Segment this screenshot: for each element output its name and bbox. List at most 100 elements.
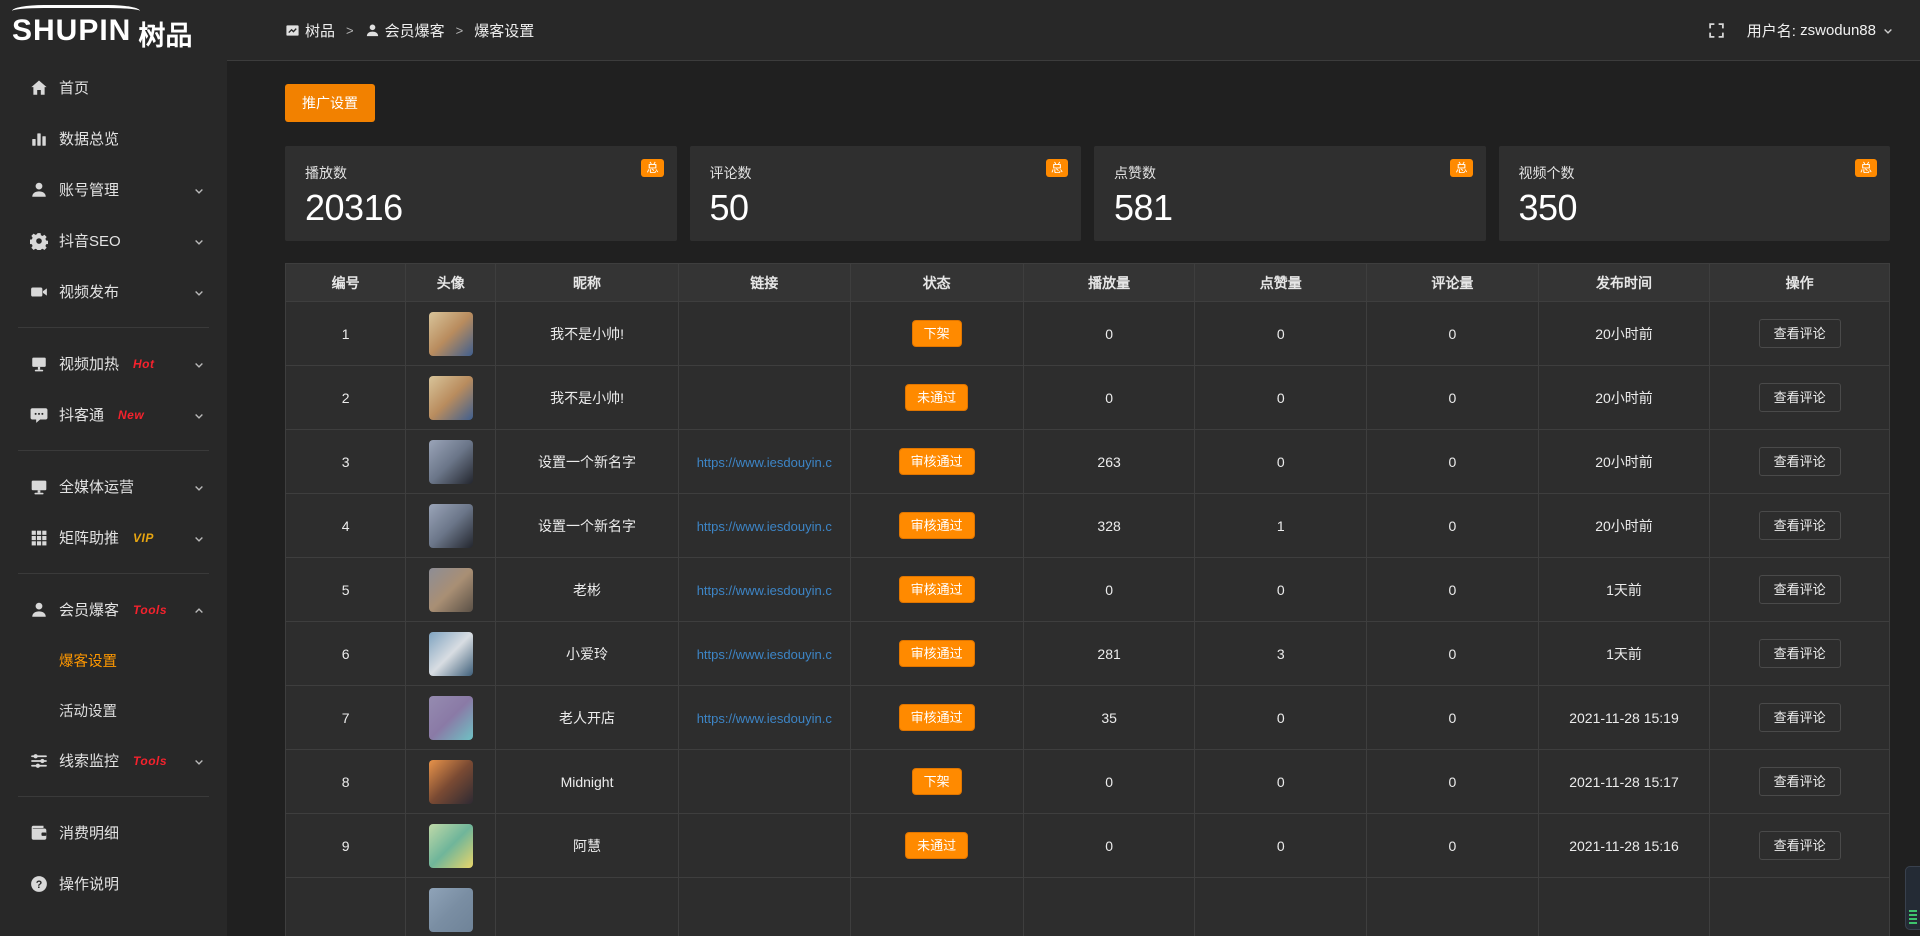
cell-nickname: 设置一个新名字	[496, 430, 679, 494]
cell-action: 查看评论	[1710, 750, 1890, 814]
cell-avatar	[406, 494, 496, 558]
sidebar-item[interactable]: 矩阵助推 VIP	[0, 512, 227, 563]
cell-nickname: 老彬	[496, 558, 679, 622]
view-comments-button[interactable]: 查看评论	[1759, 447, 1841, 477]
cell-action	[1710, 878, 1890, 936]
sidebar-item[interactable]: 视频发布	[0, 266, 227, 317]
view-comments-button[interactable]: 查看评论	[1759, 383, 1841, 413]
breadcrumb-item-current: 爆客设置	[474, 20, 534, 41]
top-header: 树品 > 会员爆客 > 爆客设置 用户名: zswodun88	[227, 0, 1920, 61]
video-link[interactable]: https://www.iesdouyin.c	[697, 647, 832, 662]
sidebar-item[interactable]: 线索监控 Tools	[0, 735, 227, 786]
sidebar-item[interactable]: 首页	[0, 62, 227, 113]
view-comments-button[interactable]: 查看评论	[1759, 639, 1841, 669]
avatar	[429, 568, 473, 612]
video-link[interactable]: https://www.iesdouyin.c	[697, 519, 832, 534]
sidebar-item[interactable]: 视频加热 Hot	[0, 338, 227, 389]
column-header: 编号	[286, 264, 406, 302]
view-comments-button[interactable]: 查看评论	[1759, 575, 1841, 605]
stat-label: 播放数	[305, 163, 657, 183]
sidebar-subitem[interactable]: 活动设置	[0, 685, 227, 735]
cell-status: 审核通过	[850, 430, 1023, 494]
column-header: 发布时间	[1538, 264, 1710, 302]
cell-publish-time: 20小时前	[1538, 494, 1710, 558]
sidebar-item-label: 会员爆客	[59, 599, 119, 620]
svg-text:?: ?	[36, 879, 43, 891]
cell-nickname: 小爱玲	[496, 622, 679, 686]
sidebar-item-label: 消费明细	[59, 822, 119, 843]
video-link[interactable]: https://www.iesdouyin.c	[697, 583, 832, 598]
sidebar-item-tag: Tools	[133, 603, 167, 617]
promotion-settings-button[interactable]: 推广设置	[285, 84, 375, 122]
cell-nickname: 我不是小帅!	[496, 366, 679, 430]
video-link[interactable]: https://www.iesdouyin.c	[697, 455, 832, 470]
stat-label: 视频个数	[1519, 163, 1871, 183]
cell-likes: 3	[1195, 622, 1367, 686]
sidebar-item[interactable]: 抖客通 New	[0, 389, 227, 440]
cell-id: 7	[286, 686, 406, 750]
cell-comments: 0	[1367, 622, 1539, 686]
cell-plays	[1023, 878, 1195, 936]
sidebar-item[interactable]: 会员爆客 Tools	[0, 584, 227, 635]
chevron-icon	[193, 604, 205, 616]
cell-status: 下架	[850, 750, 1023, 814]
sidebar-item[interactable]: 全媒体运营	[0, 461, 227, 512]
cell-nickname: 老人开店	[496, 686, 679, 750]
sidebar-item[interactable]: 数据总览	[0, 113, 227, 164]
view-comments-button[interactable]: 查看评论	[1759, 767, 1841, 797]
cell-status: 审核通过	[850, 494, 1023, 558]
breadcrumb-item-section[interactable]: 会员爆客	[365, 20, 445, 41]
username-value: zswodun88	[1800, 22, 1876, 39]
view-comments-button[interactable]: 查看评论	[1759, 511, 1841, 541]
breadcrumb-item-home[interactable]: 树品	[285, 20, 335, 41]
user-menu[interactable]: 用户名: zswodun88	[1747, 20, 1894, 41]
status-badge: 审核通过	[899, 640, 975, 667]
cell-nickname	[496, 878, 679, 936]
column-header: 状态	[850, 264, 1023, 302]
username-label: 用户名:	[1747, 20, 1796, 41]
view-comments-button[interactable]: 查看评论	[1759, 319, 1841, 349]
sidebar-subitem[interactable]: 爆客设置	[0, 635, 227, 685]
cell-link: https://www.iesdouyin.c	[678, 622, 850, 686]
view-comments-button[interactable]: 查看评论	[1759, 703, 1841, 733]
app-icon	[285, 23, 300, 38]
person-icon	[365, 23, 380, 38]
sidebar-item[interactable]: 消费明细	[0, 807, 227, 858]
cell-status: 审核通过	[850, 558, 1023, 622]
cell-publish-time	[1538, 878, 1710, 936]
cell-publish-time: 1天前	[1538, 622, 1710, 686]
sidebar: SHUPIN 树品 首页 数据总览 账号管理 抖音SEO 视频发布 视频加热 H…	[0, 0, 227, 936]
sidebar-item[interactable]: ? 操作说明	[0, 858, 227, 909]
cell-plays: 35	[1023, 686, 1195, 750]
chevron-icon	[193, 184, 205, 196]
cell-publish-time: 1天前	[1538, 558, 1710, 622]
cell-likes: 0	[1195, 302, 1367, 366]
floating-widget[interactable]	[1905, 866, 1920, 930]
status-badge: 未通过	[905, 384, 968, 411]
sidebar-item[interactable]: 抖音SEO	[0, 215, 227, 266]
total-badge: 总	[1855, 159, 1877, 177]
cell-id: 5	[286, 558, 406, 622]
cell-link	[678, 878, 850, 936]
sidebar-item[interactable]: 账号管理	[0, 164, 227, 215]
user-icon	[30, 181, 48, 199]
stat-value: 581	[1114, 187, 1466, 229]
cell-comments: 0	[1367, 814, 1539, 878]
cell-link: https://www.iesdouyin.c	[678, 686, 850, 750]
avatar	[429, 696, 473, 740]
cell-action: 查看评论	[1710, 494, 1890, 558]
total-badge: 总	[641, 159, 663, 177]
view-comments-button[interactable]: 查看评论	[1759, 831, 1841, 861]
fullscreen-icon[interactable]	[1708, 22, 1725, 39]
status-badge: 未通过	[905, 832, 968, 859]
video-link[interactable]: https://www.iesdouyin.c	[697, 711, 832, 726]
stat-card: 视频个数 350 总	[1499, 146, 1891, 241]
sidebar-nav: 首页 数据总览 账号管理 抖音SEO 视频发布 视频加热 Hot 抖客通 New…	[0, 62, 227, 909]
table-row: 7 老人开店 https://www.iesdouyin.c 审核通过 35 0…	[286, 686, 1890, 750]
brand-logo[interactable]: SHUPIN 树品	[0, 0, 227, 62]
cell-likes: 0	[1195, 430, 1367, 494]
cell-plays: 0	[1023, 302, 1195, 366]
column-header: 链接	[678, 264, 850, 302]
sidebar-item-tag: VIP	[133, 531, 154, 545]
status-badge: 审核通过	[899, 704, 975, 731]
